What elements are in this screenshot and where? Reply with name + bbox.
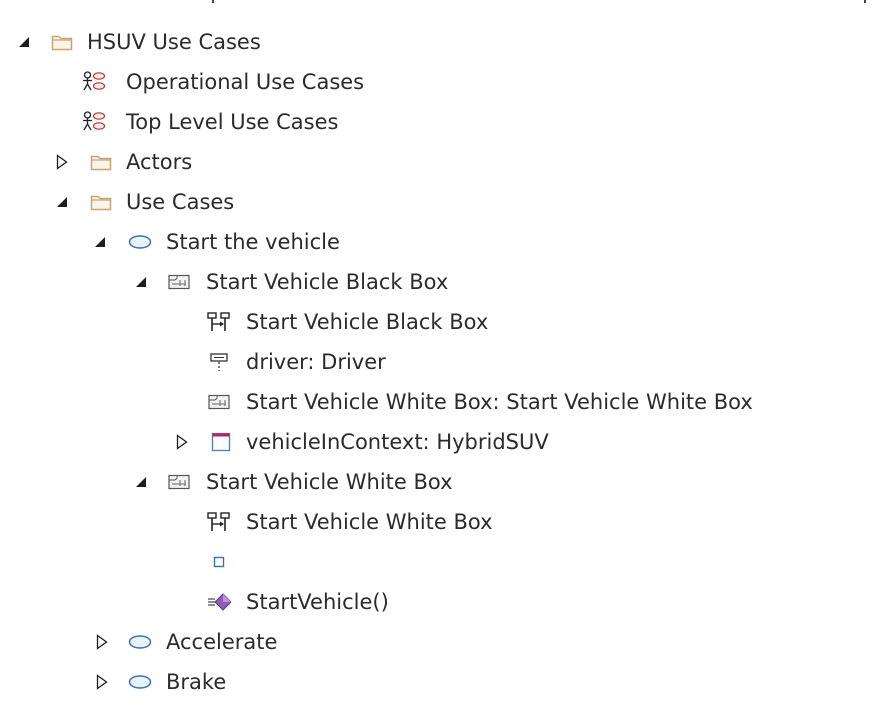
use-case-diagram-icon [82, 102, 106, 142]
use-case-diagram-icon [82, 62, 106, 102]
gate-icon [207, 542, 231, 582]
tree-node-hsuv-use-cases[interactable]: HSUV Use Cases [0, 22, 885, 62]
interaction-icon [207, 382, 231, 422]
tree-node-top-level-use-cases[interactable]: Top Level Use Cases [0, 102, 885, 142]
tree-node-label: Start Vehicle White Box [246, 510, 493, 534]
tree-node-label: Start Vehicle White Box [206, 470, 453, 494]
interaction-icon [167, 262, 191, 302]
tree-node-label: Brake [166, 670, 227, 694]
use-case-icon [128, 622, 152, 662]
tree-node-brake[interactable]: Brake [0, 662, 885, 702]
folder-icon [89, 182, 113, 222]
tree-node-start-the-vehicle[interactable]: Start the vehicle [0, 222, 885, 262]
tree-node-start-vehicle-operation[interactable]: StartVehicle() [0, 582, 885, 622]
tree-node-start-vehicle-white-box-diagram[interactable]: Start Vehicle White Box [0, 502, 885, 542]
expanded-arrow-icon[interactable] [133, 462, 149, 502]
tree-node-use-cases[interactable]: Use Cases [0, 182, 885, 222]
lifeline-icon [207, 342, 231, 382]
tree-node-label: Use Cases [126, 190, 235, 214]
tree-node-start-vehicle-black-box-diagram[interactable]: Start Vehicle Black Box [0, 302, 885, 342]
tree-node-gate[interactable] [0, 542, 885, 582]
use-case-icon [128, 662, 152, 702]
collapsed-arrow-icon[interactable] [174, 422, 190, 462]
tree-node-white-box-occurrence[interactable]: Start Vehicle White Box: Start Vehicle W… [0, 382, 885, 422]
tree-node-label: Start Vehicle White Box: Start Vehicle W… [246, 390, 753, 414]
tree-node-label: StartVehicle() [246, 590, 389, 614]
tree-node-label: Start the vehicle [166, 230, 340, 254]
tree-node-label: Top Level Use Cases [126, 110, 339, 134]
tree-node-start-vehicle-black-box[interactable]: Start Vehicle Black Box [0, 262, 885, 302]
tree-node-label: Start Vehicle Black Box [246, 310, 489, 334]
folder-icon [89, 142, 113, 182]
tree-node-label: Accelerate [166, 630, 278, 654]
block-property-icon [209, 422, 233, 462]
project-browser-tree: HSUV Use Cases Operational Use Cases Top… [0, 22, 885, 702]
tree-node-label: vehicleInContext: HybridSUV [246, 430, 549, 454]
tree-node-label: Start Vehicle Black Box [206, 270, 449, 294]
expanded-arrow-icon[interactable] [92, 222, 108, 262]
tree-node-accelerate[interactable]: Accelerate [0, 622, 885, 662]
sequence-diagram-icon [207, 502, 231, 542]
expanded-arrow-icon[interactable] [54, 182, 70, 222]
tree-node-actors[interactable]: Actors [0, 142, 885, 182]
expanded-arrow-icon[interactable] [16, 22, 32, 62]
tree-node-driver[interactable]: driver: Driver [0, 342, 885, 382]
collapsed-arrow-icon[interactable] [94, 622, 110, 662]
tree-node-start-vehicle-white-box[interactable]: Start Vehicle White Box [0, 462, 885, 502]
use-case-icon [128, 222, 152, 262]
expanded-arrow-icon[interactable] [133, 262, 149, 302]
tree-node-vehicle-in-context[interactable]: vehicleInContext: HybridSUV [0, 422, 885, 462]
tree-node-label: Operational Use Cases [126, 70, 365, 94]
interaction-icon [167, 462, 191, 502]
edge-tick-left [212, 0, 214, 3]
tree-node-label: driver: Driver [246, 350, 386, 374]
collapsed-arrow-icon[interactable] [54, 142, 70, 182]
collapsed-arrow-icon[interactable] [94, 662, 110, 702]
message-operation-icon [207, 582, 231, 622]
tree-node-label: HSUV Use Cases [87, 30, 261, 54]
folder-icon [50, 22, 74, 62]
tree-node-label: Actors [126, 150, 193, 174]
edge-tick-right [864, 0, 866, 3]
sequence-diagram-icon [207, 302, 231, 342]
tree-node-operational-use-cases[interactable]: Operational Use Cases [0, 62, 885, 102]
